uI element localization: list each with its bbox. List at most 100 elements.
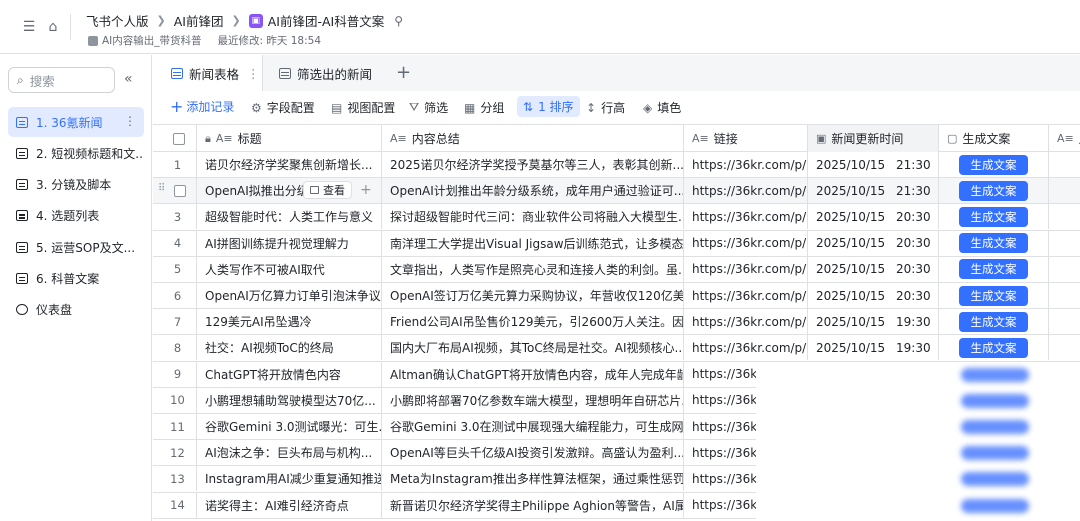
cell-updated[interactable]: 2025/10/15 21:30 (808, 152, 939, 177)
cell-updated[interactable]: 2025/10/15 21:30 (808, 178, 939, 204)
cell-summary[interactable]: 2025诺贝尔经济学奖授予莫基尔等三人，表彰其创新... (382, 152, 684, 177)
column-header-link[interactable]: A≡ 链接 (684, 125, 808, 152)
field-config-button[interactable]: ⚙ 字段配置 (251, 99, 315, 116)
doc-tag[interactable]: AI内容输出_带货科普 (102, 33, 202, 48)
generate-copy-button[interactable]: 生成文案 (959, 180, 1028, 201)
cell-link[interactable]: https://36kr.com/p/... (684, 283, 808, 308)
column-header-summary[interactable]: A≡ 内容总结 (382, 125, 684, 152)
add-record-button[interactable]: + 添加记录 (170, 97, 234, 116)
cell-title[interactable]: OpenAI拟推出分级系统 查看 + (197, 178, 382, 204)
menu-toggle-icon[interactable]: ☰ (20, 18, 38, 36)
cell-updated[interactable]: 2025/10/15 20:30 (808, 283, 939, 308)
row-height-button[interactable]: ↕ 行高 (586, 99, 625, 116)
cell-title[interactable]: 谷歌Gemini 3.0测试曝光：可生... (197, 414, 382, 439)
home-icon[interactable]: ⌂ (44, 18, 62, 36)
cell-link[interactable]: https://36kr.com/p/... (684, 204, 808, 230)
cell-title[interactable]: 超级智能时代：人类工作与意义 (197, 204, 382, 230)
generate-copy-button[interactable]: 生成文案 (959, 233, 1028, 254)
cell-summary[interactable]: Meta为Instagram推出多样性算法框架，通过乘性惩罚... (382, 466, 684, 492)
cell-extra[interactable] (1049, 335, 1080, 360)
cell-title[interactable]: AI拼图训练提升视觉理解力 (197, 230, 382, 256)
breadcrumb-workspace[interactable]: 飞书个人版 (86, 11, 149, 30)
cell-updated[interactable]: 2025/10/15 19:30 (808, 335, 939, 361)
sidebar-item-topics[interactable]: 4. 选题列表 (8, 201, 144, 231)
column-header-title[interactable]: 🔒︎ A≡ 标题 (197, 125, 382, 152)
cell-extra[interactable] (1049, 152, 1080, 177)
cell-title[interactable]: 129美元AI吊坠遇冷 (197, 309, 382, 335)
cell-title[interactable]: 小鹏理想辅助驾驶模型达70亿... (197, 387, 382, 413)
cell-updated[interactable]: 2025/10/15 20:30 (808, 204, 939, 230)
cell-summary[interactable]: 文章指出，人类写作是照亮心灵和连接人类的利剑。虽... (382, 256, 684, 282)
cell-title[interactable]: Instagram用AI减少重复通知推送 (197, 466, 382, 492)
generate-copy-button[interactable]: 生成文案 (959, 311, 1028, 332)
cell-title[interactable]: 社交：AI视频ToC的终局 (197, 335, 382, 361)
table-row[interactable]: 5 人类写作不可被AI取代 文章指出，人类写作是照亮心灵和连接人类的利剑。虽... h… (153, 256, 1080, 283)
cell-extra[interactable] (1049, 204, 1080, 229)
cell-summary[interactable]: 探讨超级智能时代三问：商业软件公司将融入大模型生... (382, 204, 684, 230)
cell-summary[interactable]: 谷歌Gemini 3.0在测试中展现强大编程能力，可生成网... (382, 414, 684, 439)
more-vertical-icon[interactable]: ⋮ (124, 114, 136, 128)
breadcrumb-folder[interactable]: AI前锋团 (174, 11, 224, 30)
sidebar-item-storyboard[interactable]: 3. 分镜及脚本 (8, 170, 144, 200)
cell-summary[interactable]: OpenAI等巨头千亿级AI投资引发激辩。高盛认为盈利... (382, 440, 684, 466)
cell-summary[interactable]: Friend公司AI吊坠售价129美元，引2600万人关注。因... (382, 309, 684, 335)
select-all-checkbox[interactable] (173, 132, 185, 145)
add-view-icon[interactable]: + (396, 62, 411, 83)
cell-summary[interactable]: Altman确认ChatGPT将开放情色内容，成年人完成年龄... (382, 361, 684, 387)
filter-button[interactable]: ⛛ 筛选 (409, 99, 448, 116)
column-header-generate[interactable]: ▢ 生成文案 (939, 125, 1049, 152)
generate-copy-button[interactable]: 生成文案 (959, 337, 1028, 358)
table-row[interactable]: 8 社交：AI视频ToC的终局 国内大厂布局AI视频，其ToC终局是社交。AI视频核… (153, 335, 1080, 362)
sidebar-item-short-video[interactable]: 2. 短视频标题和文... (8, 138, 144, 168)
view-config-button[interactable]: ▤ 视图配置 (331, 99, 395, 116)
cell-summary[interactable]: 小鹏即将部署70亿参数车端大模型，理想明年自研芯片... (382, 387, 684, 413)
tab-news-table[interactable]: 新闻表格 ⋮ (153, 55, 263, 91)
cell-link[interactable]: https://36kr.com/p/... (684, 152, 808, 177)
cell-link[interactable]: https://36kr.com/p/... (684, 256, 808, 282)
drag-handle-icon[interactable]: ⠿ (158, 183, 165, 194)
sidebar-item-science-copy[interactable]: 6. 科普文案 (8, 263, 144, 293)
fill-color-button[interactable]: ◈ 填色 (643, 99, 681, 116)
cell-extra[interactable] (1049, 309, 1080, 334)
tab-filtered-news[interactable]: 筛选出的新闻 (279, 55, 372, 91)
cell-extra[interactable] (1049, 178, 1080, 203)
cell-summary[interactable]: 南洋理工大学提出Visual Jigsaw后训练范式，让多模态... (382, 230, 684, 256)
table-row[interactable]: 6 OpenAI万亿算力订单引泡沫争议 OpenAI签订万亿美元算力采购协议，年营收… (153, 283, 1080, 310)
select-all-cell[interactable] (153, 125, 197, 152)
cell-summary[interactable]: 国内大厂布局AI视频，其ToC终局是社交。AI视频核心... (382, 335, 684, 361)
cell-link[interactable]: https://36kr.com/p/... (684, 335, 808, 361)
column-header-updated[interactable]: ▣ 新闻更新时间 (808, 125, 939, 152)
cell-title[interactable]: AI泡沫之争：巨头布局与机构... (197, 440, 382, 466)
sort-button[interactable]: ⇅ 1 排序 (517, 96, 580, 117)
table-row[interactable]: 4 AI拼图训练提升视觉理解力 南洋理工大学提出Visual Jigsaw后训练范式… (153, 230, 1080, 257)
sidebar-item-dashboard[interactable]: 仪表盘 (8, 295, 144, 325)
cell-updated[interactable]: 2025/10/15 19:30 (808, 309, 939, 335)
cell-title[interactable]: 诺贝尔经济学奖聚焦创新增长... (197, 152, 382, 177)
row-select-cell[interactable]: ⠿ (153, 178, 197, 204)
plus-icon[interactable]: + (360, 182, 372, 198)
more-vertical-icon[interactable]: ⋮ (247, 66, 260, 81)
cell-updated[interactable]: 2025/10/15 20:30 (808, 230, 939, 256)
cell-updated[interactable]: 2025/10/15 20:30 (808, 256, 939, 282)
row-checkbox[interactable] (173, 184, 186, 197)
cell-link[interactable]: https://36kr.com/p/... (684, 230, 808, 256)
cell-title[interactable]: ChatGPT将开放情色内容 (197, 361, 382, 387)
pin-icon[interactable]: ⚲ (394, 14, 403, 28)
column-header-extra[interactable]: A≡ 用 (1049, 125, 1080, 152)
cell-extra[interactable] (1049, 231, 1080, 256)
sidebar-item-36kr-news[interactable]: 1. 36氪新闻 ⋮ (8, 107, 144, 137)
table-row[interactable]: 1 诺贝尔经济学奖聚焦创新增长... 2025诺贝尔经济学奖授予莫基尔等三人，表彰其… (153, 152, 1080, 179)
cell-link[interactable]: https://36kr.com/p/... (684, 178, 808, 204)
cell-summary[interactable]: OpenAI签订万亿美元算力采购协议，年营收仅120亿美... (382, 283, 684, 308)
generate-copy-button[interactable]: 生成文案 (959, 259, 1028, 280)
breadcrumb-document[interactable]: AI前锋团-AI科普文案 (268, 11, 385, 30)
cell-extra[interactable] (1049, 257, 1080, 282)
table-row[interactable]: ⠿ OpenAI拟推出分级系统 查看 + OpenAI计划推出年龄分级系统，成年用户通过… (153, 178, 1080, 205)
generate-copy-button[interactable]: 生成文案 (959, 206, 1028, 227)
table-row[interactable]: 3 超级智能时代：人类工作与意义 探讨超级智能时代三问：商业软件公司将融入大模型生.… (153, 204, 1080, 231)
generate-copy-button[interactable]: 生成文案 (959, 285, 1028, 306)
search-input[interactable]: ⌕ 搜索 (8, 67, 115, 93)
table-row[interactable]: 7 129美元AI吊坠遇冷 Friend公司AI吊坠售价129美元，引2600万人关… (153, 309, 1080, 336)
group-button[interactable]: ▦ 分组 (464, 99, 504, 116)
cell-summary[interactable]: 新晋诺贝尔经济学奖得主Philippe Aghion等警告，AI属... (382, 492, 684, 518)
